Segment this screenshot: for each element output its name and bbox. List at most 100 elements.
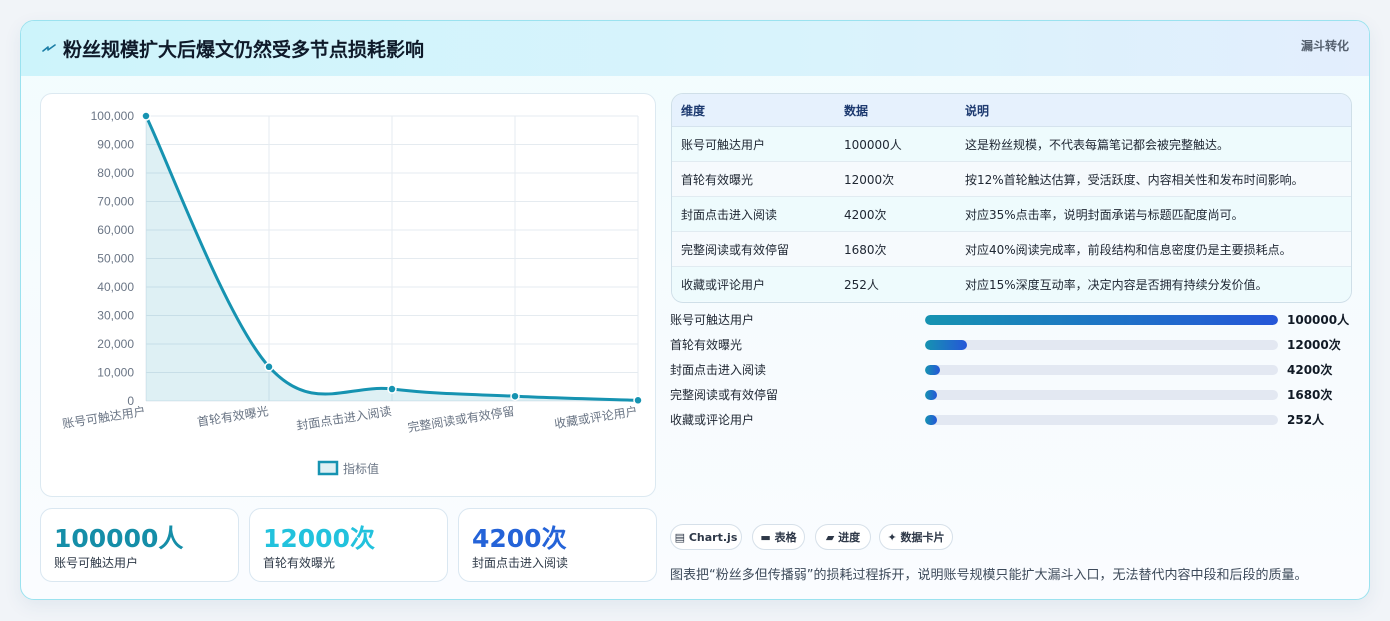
table-cell: 收藏或评论用户 — [672, 266, 835, 301]
y-tick-label: 70,000 — [97, 195, 134, 209]
sparkle-icon: ✦ — [887, 531, 901, 544]
progress-label: 账号可触达用户 — [670, 313, 755, 327]
table-cell: 对应15%深度互动率，决定内容是否拥有持续分发价值。 — [956, 266, 1351, 301]
data-point — [633, 395, 643, 406]
chip-data-cards[interactable]: ✦ 数据卡片 — [879, 524, 953, 550]
table-cell: 对应40%阅读完成率，前段结构和信息密度仍是主要损耗点。 — [956, 231, 1351, 267]
y-tick-label: 80,000 — [97, 166, 134, 180]
table-cell: 对应35%点击率，说明封面承诺与标题匹配度尚可。 — [956, 196, 1351, 232]
chip-label: 数据卡片 — [900, 531, 945, 544]
kpi-value: 12000次 — [263, 524, 375, 553]
table-cell: 账号可触达用户 — [672, 126, 835, 162]
table-row: 账号可触达用户 100000人 这是粉丝规模，不代表每篇笔记都会被完整触达。 — [672, 126, 1351, 162]
progress-label: 收藏或评论用户 — [670, 413, 755, 427]
table-cell: 12000次 — [835, 161, 956, 197]
y-tick-label: 30,000 — [97, 309, 134, 323]
kpi-card-exposure: 12000次 首轮有效曝光 — [249, 508, 448, 582]
x-tick-label: 完整阅读或有效停留 — [406, 403, 515, 435]
kpi-label: 封面点击进入阅读 — [472, 556, 569, 570]
progress-value: 252人 — [1287, 413, 1325, 427]
progress-label: 封面点击进入阅读 — [670, 363, 767, 377]
progress-value: 4200次 — [1287, 363, 1333, 377]
chart-icon: ▤ — [674, 531, 689, 544]
table-cell: 按12%首轮触达估算，受活跃度、内容相关性和发布时间影响。 — [956, 161, 1351, 197]
table-cell: 4200次 — [835, 196, 956, 232]
data-table: 维度 数据 说明 账号可触达用户 100000人 这是粉丝规模，不代表每篇笔记都… — [671, 93, 1352, 303]
table-cell: 完整阅读或有效停留 — [672, 231, 835, 267]
table-row: 收藏或评论用户 252人 对应15%深度互动率，决定内容是否拥有持续分发价值。 — [672, 266, 1351, 301]
kpi-value: 4200次 — [472, 524, 567, 553]
table-cell: 这是粉丝规模，不代表每篇笔记都会被完整触达。 — [956, 126, 1351, 162]
progress-track — [925, 390, 1278, 400]
progress-item: 首轮有效曝光 12000次 — [669, 337, 1359, 362]
funnel-card: 粉丝规模扩大后爆文仍然受多节点损耗影响 漏斗转化 100,000 90,000 80… — [20, 20, 1370, 600]
legend-swatch — [317, 460, 339, 476]
y-tick-label: 90,000 — [97, 138, 134, 152]
funnel-chart: 100,000 90,000 80,000 70,000 60,000 50,000 40,… — [40, 93, 656, 497]
progress-fill — [925, 365, 940, 375]
table-row: 首轮有效曝光 12000次 按12%首轮触达估算，受活跃度、内容相关性和发布时间… — [672, 161, 1351, 197]
progress-track — [925, 315, 1278, 325]
kpi-label: 首轮有效曝光 — [263, 556, 336, 570]
chip-chartjs[interactable]: ▤ Chart.js — [670, 524, 742, 550]
kpi-label: 账号可触达用户 — [54, 556, 139, 570]
x-tick-label: 收藏或评论用户 — [553, 403, 638, 431]
data-point — [510, 391, 520, 401]
kpi-card-clicks: 4200次 封面点击进入阅读 — [458, 508, 657, 582]
progress-track — [925, 365, 1278, 375]
chip-progress[interactable]: ▰ 进度 — [815, 524, 871, 550]
table-cell: 100000人 — [835, 126, 956, 162]
progress-fill — [925, 340, 968, 350]
chip-table[interactable]: ▬ 表格 — [752, 524, 805, 550]
progress-item: 收藏或评论用户 252人 — [669, 412, 1359, 437]
table-header-data: 数据 — [835, 94, 956, 127]
chart-canvas: 100,000 90,000 80,000 70,000 60,000 50,000 40,… — [61, 109, 643, 476]
y-tick-label: 20,000 — [97, 337, 134, 351]
table-row: 完整阅读或有效停留 1680次 对应40%阅读完成率，前段结构和信息密度仍是主要… — [672, 231, 1351, 267]
table-icon: ▬ — [760, 531, 775, 544]
data-point — [387, 384, 397, 394]
progress-list: 账号可触达用户 100000人 首轮有效曝光 12000次 封面点击进入阅读 4… — [669, 312, 1359, 437]
y-tick-label: 40,000 — [97, 280, 134, 294]
table-cell: 252人 — [835, 266, 956, 301]
y-tick-label: 100,000 — [91, 109, 135, 123]
chip-label: 表格 — [774, 531, 797, 544]
progress-item: 账号可触达用户 100000人 — [669, 312, 1359, 337]
progress-fill — [925, 315, 1278, 325]
legend-label: 指标值 — [343, 461, 379, 476]
progress-item: 封面点击进入阅读 4200次 — [669, 362, 1359, 387]
page-title: 粉丝规模扩大后爆文仍然受多节点损耗影响 — [63, 39, 425, 61]
progress-fill — [925, 415, 938, 425]
chip-label: Chart.js — [688, 531, 738, 544]
progress-track — [925, 340, 1278, 350]
progress-label: 首轮有效曝光 — [670, 338, 743, 352]
lightning-icon — [42, 44, 56, 52]
progress-fill — [925, 390, 938, 400]
table-header-dimension: 维度 — [672, 94, 835, 127]
table-row: 封面点击进入阅读 4200次 对应35%点击率，说明封面承诺与标题匹配度尚可。 — [672, 196, 1351, 232]
y-tick-label: 10,000 — [97, 366, 134, 380]
progress-icon: ▰ — [825, 531, 839, 544]
progress-label: 完整阅读或有效停留 — [670, 388, 779, 402]
progress-track — [925, 415, 1278, 425]
table-header-description: 说明 — [956, 94, 1351, 127]
progress-value: 100000人 — [1287, 313, 1350, 327]
y-tick-label: 60,000 — [97, 223, 134, 237]
table-cell: 封面点击进入阅读 — [672, 196, 835, 232]
chip-label: 进度 — [838, 531, 861, 544]
x-tick-label: 封面点击进入阅读 — [295, 404, 392, 433]
progress-value: 12000次 — [1287, 338, 1341, 352]
progress-item: 完整阅读或有效停留 1680次 — [669, 387, 1359, 412]
kpi-value: 100000人 — [54, 524, 184, 553]
table-cell: 首轮有效曝光 — [672, 161, 835, 197]
data-point — [264, 362, 274, 372]
table-cell: 1680次 — [835, 231, 956, 267]
x-tick-label: 账号可触达用户 — [61, 403, 146, 431]
category-badge: 漏斗转化 — [1300, 39, 1349, 53]
data-point — [141, 111, 151, 121]
summary-note: 图表把“粉丝多但传播弱”的损耗过程拆开，说明账号规模只能扩大漏斗入口，无法替代内… — [670, 568, 1308, 583]
card-header: 粉丝规模扩大后爆文仍然受多节点损耗影响 漏斗转化 — [21, 21, 1369, 76]
progress-value: 1680次 — [1287, 388, 1333, 402]
table-header-row: 维度 数据 说明 — [672, 94, 1351, 127]
y-tick-label: 50,000 — [97, 252, 134, 266]
